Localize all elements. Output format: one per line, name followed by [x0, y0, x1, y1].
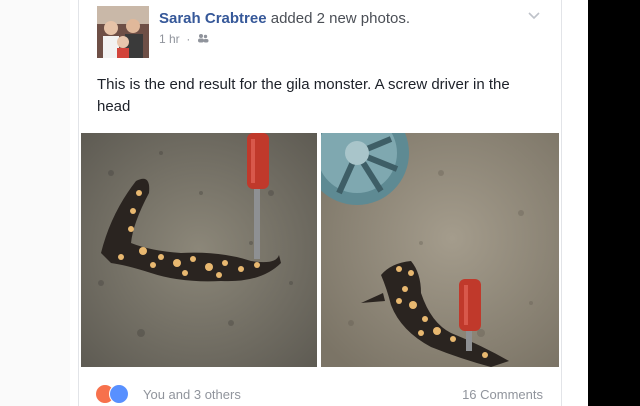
post-card: Sarah Crabtree added 2 new photos. 1 hr … — [78, 0, 562, 406]
like-reaction-icon — [109, 384, 129, 404]
post-text: This is the end result for the gila mons… — [97, 76, 510, 115]
avatar[interactable] — [97, 6, 149, 58]
comments-count[interactable]: 16 Comments — [462, 387, 543, 402]
reactions-count[interactable]: You and 3 others — [143, 387, 241, 402]
post-footer: You and 3 others 16 Comments — [79, 370, 561, 406]
post-time[interactable]: 1 hr — [159, 32, 180, 46]
post-photo-1[interactable] — [81, 133, 317, 367]
post-meta: 1 hr · — [159, 32, 209, 46]
author-name[interactable]: Sarah Crabtree — [159, 10, 267, 27]
left-gutter — [0, 0, 70, 406]
post-action: added 2 new photos. — [270, 10, 411, 27]
right-black-bar — [588, 0, 640, 406]
separator: · — [183, 32, 194, 46]
chevron-down-icon[interactable] — [527, 8, 541, 20]
friends-icon[interactable] — [197, 32, 209, 46]
post-photo-2[interactable] — [321, 133, 559, 367]
post-header: Sarah Crabtree added 2 new photos. — [159, 10, 410, 27]
